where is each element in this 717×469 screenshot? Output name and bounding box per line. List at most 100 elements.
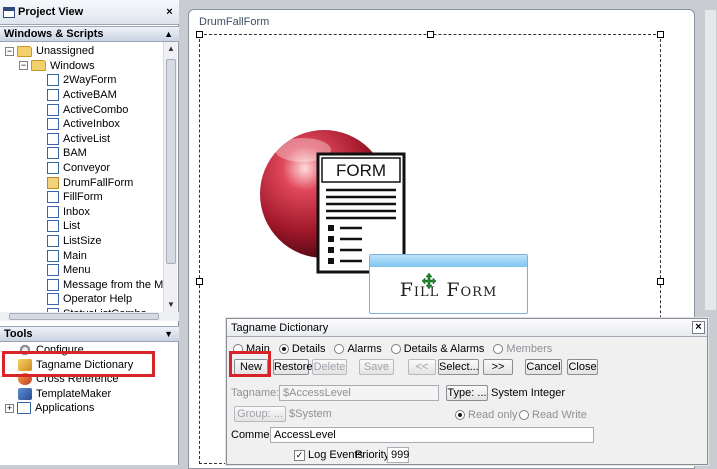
tool-configure[interactable]: Configure bbox=[18, 343, 84, 358]
radio-selected-icon bbox=[455, 410, 465, 420]
resize-handle[interactable] bbox=[196, 278, 203, 285]
tree-item-label: FillForm bbox=[63, 191, 103, 204]
radio-label: Details bbox=[291, 343, 326, 355]
close-button[interactable]: Close bbox=[567, 359, 598, 375]
pane-close-icon[interactable]: × bbox=[163, 6, 176, 19]
radio-main[interactable]: Main bbox=[233, 343, 270, 355]
radio-icon[interactable] bbox=[233, 344, 243, 354]
tree-item-window[interactable]: FillForm bbox=[47, 190, 103, 205]
resize-handle[interactable] bbox=[657, 278, 664, 285]
tree-item-label: Conveyor bbox=[63, 162, 111, 175]
radio-details[interactable]: Details bbox=[278, 343, 326, 355]
collapse-toggle-icon[interactable]: − bbox=[19, 61, 28, 71]
radio-details-alarms[interactable]: Details & Alarms bbox=[390, 343, 484, 355]
previous-button: << bbox=[408, 359, 436, 375]
expand-chevron-icon[interactable]: ▼ bbox=[164, 327, 173, 341]
radio-selected-icon[interactable] bbox=[278, 344, 289, 354]
tagname-input[interactable]: $AccessLevel bbox=[279, 385, 439, 401]
radio-read-only: Read only bbox=[455, 409, 518, 421]
tree-item-window[interactable]: ActiveInbox bbox=[47, 117, 120, 132]
gear-icon bbox=[18, 344, 32, 357]
tree-node-windows[interactable]: − Windows bbox=[19, 59, 95, 74]
window-doc-icon bbox=[47, 103, 59, 116]
resize-handle[interactable] bbox=[196, 31, 203, 38]
tree-item-label: Message from the Mar bbox=[63, 278, 174, 291]
tools-header[interactable]: Tools ▼ bbox=[0, 326, 179, 342]
window-doc-icon bbox=[47, 147, 59, 160]
tree-item-window[interactable]: BAM bbox=[47, 146, 87, 161]
tree-item-window[interactable]: DrumFallForm bbox=[47, 175, 133, 190]
select-button[interactable]: Select... bbox=[438, 359, 479, 375]
folder-open-icon bbox=[17, 45, 32, 57]
priority-input[interactable]: 999 bbox=[387, 447, 409, 463]
tree-item-window[interactable]: 2WayForm bbox=[47, 73, 116, 88]
radio-label: Read only bbox=[468, 409, 518, 421]
tree-item-window[interactable]: Main bbox=[47, 248, 87, 263]
fill-form-button[interactable]: Fill Form bbox=[369, 254, 528, 314]
tool-applications[interactable]: + Applications bbox=[5, 401, 94, 416]
tree-item-label: DrumFallForm bbox=[63, 176, 134, 189]
window-doc-icon bbox=[47, 132, 59, 145]
resize-handle[interactable] bbox=[657, 31, 664, 38]
tree-item-window[interactable]: ActiveList bbox=[47, 132, 110, 147]
tree-item-window[interactable]: Inbox bbox=[47, 205, 90, 220]
scroll-thumb[interactable] bbox=[166, 59, 176, 264]
collapse-chevron-icon[interactable]: ▲ bbox=[164, 27, 173, 41]
dialog-close-icon[interactable]: × bbox=[692, 321, 705, 334]
comment-input[interactable]: AccessLevel bbox=[270, 427, 594, 443]
project-view-icon bbox=[3, 6, 15, 18]
project-view-title: Project View bbox=[18, 6, 84, 18]
tree-node-label: Unassigned bbox=[36, 45, 95, 58]
tree-item-label: ActiveCombo bbox=[63, 103, 129, 116]
window-doc-icon bbox=[47, 191, 59, 204]
scroll-down-icon[interactable]: ▼ bbox=[164, 298, 178, 312]
dialog-titlebar[interactable]: Tagname Dictionary × bbox=[227, 319, 707, 337]
new-button[interactable]: New bbox=[234, 359, 268, 375]
applications-icon bbox=[17, 402, 31, 415]
collapse-toggle-icon[interactable]: − bbox=[5, 46, 14, 56]
restore-button[interactable]: Restore bbox=[273, 359, 313, 375]
tool-templatemaker[interactable]: TemplateMaker bbox=[18, 387, 111, 402]
scroll-up-icon[interactable]: ▲ bbox=[164, 42, 178, 56]
windows-scripts-label: Windows & Scripts bbox=[4, 28, 104, 40]
windows-scripts-header[interactable]: Windows & Scripts ▲ bbox=[0, 26, 179, 42]
project-view-pane: Project View × Windows & Scripts ▲ − Una… bbox=[0, 0, 179, 465]
tree-item-window[interactable]: Message from the Mar bbox=[47, 278, 173, 293]
tree-item-window[interactable]: List bbox=[47, 219, 80, 234]
fill-form-label: Fill Form bbox=[399, 279, 498, 301]
log-events-checkbox[interactable]: ✓ bbox=[294, 450, 305, 461]
tree-item-window[interactable]: Menu bbox=[47, 263, 91, 278]
resize-handle[interactable] bbox=[427, 31, 434, 38]
tree-item-label: ActiveBAM bbox=[63, 89, 117, 102]
tagname-dictionary-dialog: Tagname Dictionary × Main Details Alarms… bbox=[226, 318, 708, 465]
radio-label: Members bbox=[506, 343, 553, 355]
cancel-button[interactable]: Cancel bbox=[525, 359, 562, 375]
tree-vertical-scrollbar[interactable]: ▲ ▼ bbox=[163, 42, 177, 312]
window-doc-icon bbox=[47, 89, 59, 102]
tool-cross-reference[interactable]: Cross Reference bbox=[18, 372, 119, 387]
tools-label: Tools bbox=[4, 328, 33, 340]
radio-icon[interactable] bbox=[334, 344, 345, 354]
expand-toggle-icon[interactable]: + bbox=[5, 403, 14, 413]
radio-icon[interactable] bbox=[390, 344, 401, 354]
cross-reference-icon bbox=[18, 373, 32, 386]
tree-item-window[interactable]: Conveyor bbox=[47, 161, 110, 176]
tree-item-window[interactable]: ListSize bbox=[47, 234, 102, 249]
window-doc-icon bbox=[47, 249, 59, 262]
tree-item-window[interactable]: ActiveCombo bbox=[47, 102, 128, 117]
next-button[interactable]: >> bbox=[483, 359, 513, 375]
project-view-titlebar: Project View × bbox=[0, 0, 179, 25]
design-scrollbar[interactable] bbox=[705, 10, 716, 310]
tool-tagname-dictionary[interactable]: Tagname Dictionary bbox=[18, 358, 133, 373]
delete-button: Delete bbox=[312, 359, 347, 375]
tree-node-unassigned[interactable]: − Unassigned bbox=[5, 44, 94, 59]
radio-label: Main bbox=[246, 343, 270, 355]
radio-label: Read Write bbox=[532, 409, 587, 421]
tree-item-window[interactable]: ActiveBAM bbox=[47, 88, 117, 103]
tree-item-window[interactable]: Operator Help bbox=[47, 292, 132, 307]
radio-alarms[interactable]: Alarms bbox=[334, 343, 382, 355]
hscroll-thumb[interactable] bbox=[9, 313, 159, 320]
tree-horizontal-scrollbar[interactable] bbox=[0, 312, 179, 321]
save-button: Save bbox=[359, 359, 394, 375]
type-button[interactable]: Type: ... bbox=[446, 385, 488, 401]
